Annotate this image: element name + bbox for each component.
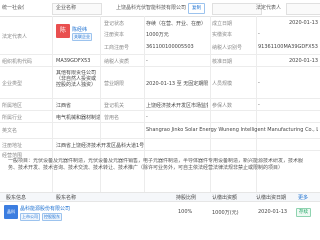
industry-value: 电气机械和器材制造业	[56, 115, 100, 121]
investor-table-header: 股东信息 股东名称 持股比例 认缴出资额 认缴出资日期 更多	[0, 192, 320, 202]
credit-code-label: 纳税人识别号	[212, 45, 243, 51]
header-col2-label: 企业名称	[56, 5, 77, 11]
investor-row[interactable]: 晶科 晶科能源股份有限公司 上市公司 控股股东 100% 1000万(元) 20…	[0, 202, 320, 222]
industry-label: 所属行业	[2, 115, 23, 121]
col-name-header: 股东名称	[56, 195, 77, 201]
investor-amount: 1000万(元)	[212, 210, 239, 216]
header-col4-box	[286, 3, 320, 15]
company-type-value: 其他有限责任公司（非自然人投资或控股的法人独资）	[56, 70, 97, 88]
table-header: 统一社会信用代码 企业名称 上饶晶科光伏智能科技有限公司 复制 法定代表人	[0, 0, 320, 17]
credit-code-value: 91361100MA39GDFX53	[258, 44, 318, 50]
region-label: 所属地区	[2, 103, 23, 109]
taxpayer-label: 纳税人资质	[104, 59, 130, 65]
business-term-value: 2020-01-13 至 无固定期限	[146, 81, 208, 87]
address-label: 注册地址	[2, 143, 23, 149]
reg-capital-label: 注册资本	[104, 32, 125, 38]
legal-rep-label: 法定代表人	[2, 34, 28, 40]
approve-label: 核准日期	[212, 59, 233, 65]
business-scope-text: 一般项目：光伏设备及元器件制造，光伏设备及元器件销售，电子元器件制造，半导体器件…	[8, 158, 304, 171]
col-amount-header: 认缴出资额	[212, 195, 238, 201]
investor-name[interactable]: 晶科能源股份有限公司	[20, 205, 140, 212]
region-value: 江西省	[56, 103, 72, 109]
authority-label: 登记机关	[104, 103, 125, 109]
paid-capital-value: -	[258, 31, 260, 37]
row-divider	[0, 110, 320, 111]
header-col3-label: 法定代表人	[256, 5, 282, 11]
row-divider	[0, 54, 320, 55]
header-col3-box	[212, 3, 262, 15]
investor-avatar: 晶科	[4, 205, 18, 219]
paid-capital-label: 实缴资本	[212, 32, 233, 38]
investor-status-badge: 存续	[296, 208, 311, 217]
row-divider	[0, 66, 320, 67]
company-name: 上饶晶科光伏智能科技有限公司	[116, 5, 186, 11]
org-code-value: MA39GDFX53	[56, 58, 91, 64]
investor-date: 2020-01-13	[258, 209, 288, 215]
header-col1-label: 统一社会信用代码	[2, 5, 24, 11]
row-divider	[0, 98, 320, 99]
col-ratio-header: 持股比例	[176, 195, 197, 201]
legal-rep-avatar: 陈	[56, 24, 70, 38]
legal-rep-tag[interactable]: 关联企业	[72, 33, 92, 41]
col-date-header: 认缴出资日期	[256, 195, 287, 201]
approve-value: 2020-01-13	[288, 58, 318, 64]
investor-ratio: 100%	[178, 209, 193, 215]
english-name-label: 英文名	[2, 128, 18, 134]
taxpayer-value: -	[146, 58, 148, 64]
insured-label: 参保人数	[212, 103, 233, 109]
investor-section-title: 股东信息	[6, 195, 27, 201]
investor-tag-holding[interactable]: 控股股东	[42, 213, 62, 221]
established-label: 成立日期	[212, 21, 233, 27]
row-divider	[0, 150, 320, 151]
staff-label: 人员规模	[212, 81, 233, 87]
business-term-label: 营业期限	[104, 81, 125, 87]
more-link[interactable]: 更多	[298, 194, 308, 201]
authority-value: 上饶经济技术开发区市场监督管理局	[146, 103, 208, 109]
reg-capital-value: 1000万元	[146, 32, 169, 38]
reg-status-value: 存续（在营、开业、在册）	[146, 21, 207, 27]
former-name-label: 曾用名	[104, 115, 120, 121]
established-value: 2020-01-13	[288, 20, 318, 26]
insured-value: -	[258, 102, 260, 108]
staff-value: -	[258, 80, 260, 86]
legal-rep-name[interactable]: 陈经纬	[72, 26, 87, 33]
address-value: 江西省上饶经济技术开发区晶科大道1号	[56, 143, 145, 149]
english-name-value: Shangrao Jinko Solar Energy Wuneng Intel…	[146, 127, 318, 133]
reg-status-label: 登记状态	[104, 21, 125, 27]
row-divider	[0, 138, 320, 139]
investor-tag-listed[interactable]: 上市公司	[20, 213, 40, 221]
former-name-value: -	[146, 114, 148, 120]
copy-button[interactable]: 复制	[188, 3, 205, 14]
org-code-label: 组织机构代码	[2, 59, 33, 65]
reg-number-value: 361100100005503	[146, 44, 194, 50]
row-divider	[0, 122, 320, 123]
reg-number-label: 工商注册号	[104, 45, 130, 51]
company-type-label: 企业类型	[2, 81, 23, 87]
